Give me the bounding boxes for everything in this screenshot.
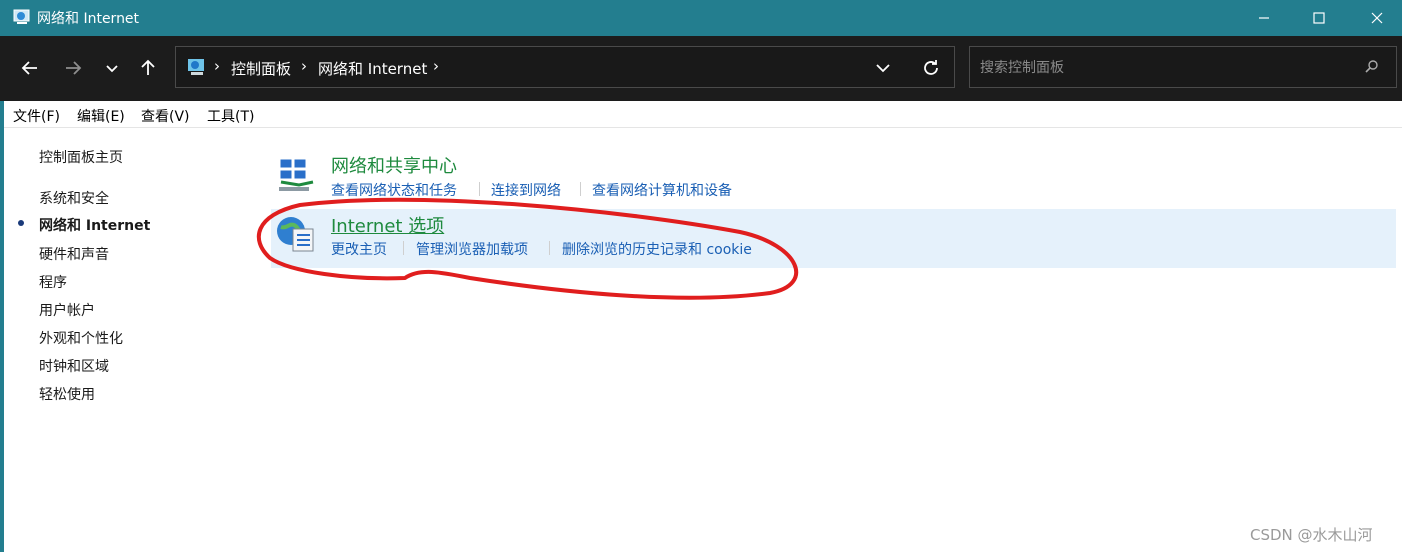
- link-delete-browsing-history[interactable]: 删除浏览的历史记录和 cookie: [562, 239, 752, 259]
- minimize-icon: [1259, 17, 1269, 19]
- sidebar-item-control-panel-home[interactable]: 控制面板主页: [39, 147, 123, 167]
- minimize-button[interactable]: [1241, 0, 1287, 36]
- up-button[interactable]: [133, 48, 163, 88]
- menu-bar: 文件(F) 编辑(E) 查看(V) 工具(T): [4, 101, 1402, 128]
- search-input[interactable]: [970, 47, 1362, 89]
- breadcrumb-control-panel[interactable]: 控制面板: [231, 58, 291, 79]
- sidebar-item-programs[interactable]: 程序: [39, 272, 67, 292]
- control-panel-icon: [188, 59, 204, 75]
- sidebar-item-clock-region[interactable]: 时钟和区域: [39, 356, 109, 376]
- forward-button[interactable]: [58, 48, 88, 88]
- sidebar-item-network-internet[interactable]: 网络和 Internet: [39, 215, 150, 235]
- close-button[interactable]: [1354, 0, 1400, 36]
- recent-locations-button[interactable]: [97, 48, 127, 88]
- internet-options-icon: [277, 217, 314, 252]
- network-icon: [279, 158, 314, 191]
- breadcrumb-separator: ›: [433, 57, 439, 75]
- link-separator: [479, 182, 480, 196]
- arrow-up-icon: [141, 59, 155, 75]
- sidebar-item-system-security[interactable]: 系统和安全: [39, 188, 109, 208]
- menu-view[interactable]: 查看(V): [141, 106, 190, 126]
- window-title: 网络和 Internet: [37, 11, 140, 27]
- address-bar[interactable]: › 控制面板 › 网络和 Internet ›: [175, 46, 955, 88]
- menu-tools[interactable]: 工具(T): [207, 106, 254, 126]
- sidebar-item-user-accounts[interactable]: 用户帐户: [39, 300, 95, 320]
- active-item-bullet: [18, 220, 24, 226]
- link-manage-add-ons[interactable]: 管理浏览器加载项: [416, 239, 528, 259]
- refresh-icon[interactable]: [919, 56, 943, 80]
- close-icon: [1371, 12, 1383, 24]
- menu-edit[interactable]: 编辑(E): [77, 106, 125, 126]
- link-separator: [549, 241, 550, 255]
- watermark: CSDN @水木山河: [1250, 526, 1373, 544]
- sidebar-item-appearance[interactable]: 外观和个性化: [39, 328, 123, 348]
- title-bar: 网络和 Internet: [0, 0, 1402, 36]
- arrow-right-icon: [66, 61, 82, 75]
- breadcrumb-network-internet[interactable]: 网络和 Internet: [318, 58, 427, 79]
- maximize-button[interactable]: [1296, 0, 1342, 36]
- back-button[interactable]: [15, 48, 45, 88]
- breadcrumb-separator: ›: [301, 57, 307, 75]
- breadcrumb-separator: ›: [214, 57, 220, 75]
- link-change-homepage[interactable]: 更改主页: [331, 239, 387, 259]
- menu-file[interactable]: 文件(F): [13, 106, 60, 126]
- link-view-network-computers[interactable]: 查看网络计算机和设备: [592, 180, 732, 200]
- category-title-network-sharing-center[interactable]: 网络和共享中心: [331, 152, 457, 178]
- search-box[interactable]: [969, 46, 1397, 89]
- navigation-bar: › 控制面板 › 网络和 Internet ›: [0, 36, 1402, 101]
- chevron-down-icon: [106, 65, 118, 73]
- network-globe-icon: [13, 9, 30, 24]
- category-title-internet-options[interactable]: Internet 选项: [331, 212, 444, 238]
- sidebar-item-ease-of-access[interactable]: 轻松使用: [39, 384, 95, 404]
- link-separator: [403, 241, 404, 255]
- link-view-network-status[interactable]: 查看网络状态和任务: [331, 180, 457, 200]
- address-dropdown-icon[interactable]: [872, 57, 894, 79]
- arrow-left-icon: [21, 61, 37, 75]
- sidebar-item-hardware-sound[interactable]: 硬件和声音: [39, 244, 109, 264]
- link-connect-to-network[interactable]: 连接到网络: [491, 180, 561, 200]
- maximize-icon: [1313, 12, 1325, 24]
- link-separator: [580, 182, 581, 196]
- search-icon[interactable]: [1364, 59, 1380, 75]
